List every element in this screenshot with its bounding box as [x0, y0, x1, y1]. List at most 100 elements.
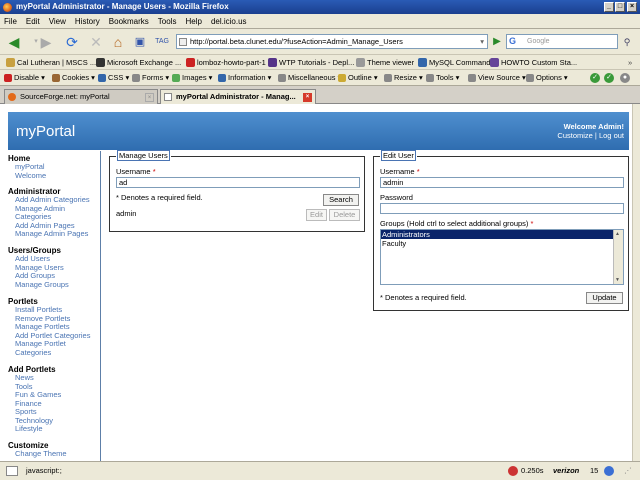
stop-icon[interactable]: ✕	[86, 33, 106, 51]
close-window-button[interactable]: ×	[627, 2, 637, 12]
required-note: * Denotes a required field.	[380, 293, 467, 302]
dev-cookies-menu[interactable]: Cookies ▾	[52, 70, 95, 85]
menu-delicious[interactable]: del.icio.us	[211, 17, 247, 26]
sidebar-link-manage-admin-pages[interactable]: Manage Admin Pages	[15, 229, 88, 239]
dev-outline-menu[interactable]: Outline ▾	[338, 70, 378, 85]
password-input[interactable]	[380, 203, 624, 214]
tab-close-icon[interactable]: ×	[303, 93, 312, 102]
window-title: myPortal Administrator - Manage Users - …	[16, 2, 229, 11]
menu-bookmarks[interactable]: Bookmarks	[109, 17, 149, 26]
edit-username-input[interactable]: admin	[380, 177, 624, 188]
sourceforge-favicon	[8, 93, 16, 101]
home-icon[interactable]: ⌂	[108, 33, 128, 51]
forward-icon[interactable]: ▶	[36, 33, 56, 51]
group-option-faculty[interactable]: Faculty	[381, 239, 623, 248]
bookmark-item[interactable]: Cal Lutheran | MSCS ...	[6, 55, 96, 69]
customize-link[interactable]: Customize	[557, 131, 592, 140]
tab-sourceforge[interactable]: SourceForge.net: myPortal ×	[4, 89, 158, 104]
required-marker: *	[530, 219, 534, 228]
menu-bar: File Edit View History Bookmarks Tools H…	[0, 14, 640, 29]
validation-ok-icon[interactable]: ✓	[590, 73, 600, 83]
web-developer-toolbar: Disable ▾ Cookies ▾ CSS ▾ Forms ▾ Images…	[0, 70, 640, 86]
go-icon[interactable]: ▶	[490, 34, 504, 49]
bookmark-icon	[6, 58, 15, 67]
resize-grip-icon[interactable]: ⋰	[624, 462, 632, 480]
firefox-icon	[3, 3, 12, 12]
bookmark-item[interactable]: WTP Tutorials - Depl...	[268, 55, 354, 69]
dev-miscellaneous-menu[interactable]: Miscellaneous ▾	[278, 70, 341, 85]
group-option-administrators[interactable]: Administrators	[381, 230, 623, 239]
tag-icon[interactable]: TAG	[152, 33, 172, 51]
search-username-input[interactable]: ad	[116, 177, 360, 188]
required-marker: *	[416, 167, 420, 176]
sidebar-link-welcome[interactable]: Welcome	[15, 171, 46, 181]
groups-select[interactable]: Administrators Faculty ▲ ▼	[380, 229, 624, 285]
bookmark-item[interactable]: MySQL Commands	[418, 55, 494, 69]
dev-forms-menu[interactable]: Forms ▾	[132, 70, 169, 85]
sidebar-link-manage-groups[interactable]: Manage Groups	[15, 280, 69, 290]
bookmark-item[interactable]: HOWTO Custom Sta...	[490, 55, 577, 69]
sidebar-link-change-theme[interactable]: Change Theme	[15, 449, 67, 459]
sidebar-link-lifestyle[interactable]: Lifestyle	[15, 424, 43, 434]
url-dropdown-icon[interactable]: ▾	[480, 35, 484, 48]
status-icon[interactable]: ●	[620, 73, 630, 83]
header-links: Customize | Log out	[557, 131, 624, 140]
menu-edit[interactable]: Edit	[26, 17, 40, 26]
minimize-button[interactable]: _	[604, 2, 614, 12]
validation-ok-icon[interactable]: ✓	[604, 73, 614, 83]
google-icon[interactable]: G	[509, 36, 516, 47]
dev-tools-menu[interactable]: Tools ▾	[426, 70, 459, 85]
menu-view[interactable]: View	[49, 17, 66, 26]
edit-user-legend: Edit User	[381, 150, 416, 161]
tab-portal-admin[interactable]: myPortal Administrator - Manag... ×	[160, 89, 316, 104]
dev-images-menu[interactable]: Images ▾	[172, 70, 212, 85]
page-scrollbar[interactable]	[632, 104, 640, 461]
dev-disable-menu[interactable]: Disable ▾	[4, 70, 45, 85]
portal-logo[interactable]: myPortal	[16, 123, 75, 141]
back-icon[interactable]: ◀	[4, 33, 24, 51]
manage-users-legend: Manage Users	[117, 150, 170, 161]
menu-file[interactable]: File	[4, 17, 17, 26]
search-box[interactable]: G Google	[506, 34, 618, 49]
menu-tools[interactable]: Tools	[158, 17, 177, 26]
page-viewport: myPortal Welcome Admin! Customize | Log …	[0, 104, 632, 461]
firebug-icon[interactable]	[508, 466, 518, 476]
resize-icon	[384, 74, 392, 82]
dev-resize-menu[interactable]: Resize ▾	[384, 70, 423, 85]
search-button[interactable]: Search	[323, 194, 359, 206]
url-bar[interactable]: http://portal.beta.clunet.edu/?fuseActio…	[176, 34, 488, 49]
carrier-count: 15	[590, 466, 599, 475]
username-label: Username	[116, 167, 151, 176]
groups-scrollbar[interactable]: ▲ ▼	[613, 230, 623, 284]
edit-button[interactable]: Edit	[306, 209, 327, 221]
bookmark-this-icon[interactable]: ▣	[130, 33, 150, 51]
logout-link[interactable]: Log out	[599, 131, 624, 140]
maximize-button[interactable]: □	[615, 2, 625, 12]
network-icon[interactable]	[604, 466, 614, 476]
bookmark-icon	[268, 58, 277, 67]
bookmarks-overflow-icon[interactable]: »	[628, 55, 632, 69]
dev-information-menu[interactable]: Information ▾	[218, 70, 271, 85]
update-button[interactable]: Update	[586, 292, 623, 304]
welcome-message: Welcome Admin!	[563, 122, 624, 131]
miscellaneous-icon	[278, 74, 286, 82]
menu-history[interactable]: History	[75, 17, 100, 26]
reload-icon[interactable]: ⟳	[62, 33, 82, 51]
sidebar-link-manage-portlet-categories[interactable]: Categories	[15, 348, 51, 358]
delete-button[interactable]: Delete	[329, 209, 360, 221]
search-placeholder: Google	[527, 38, 550, 45]
bookmark-item[interactable]: Theme viewer	[356, 55, 414, 69]
dev-css-menu[interactable]: CSS ▾	[98, 70, 129, 85]
scroll-up-icon[interactable]: ▲	[615, 231, 620, 237]
bookmark-item[interactable]: lomboz-howto-part-1	[186, 55, 266, 69]
dev-options-menu[interactable]: Options ▾	[526, 70, 568, 85]
tab-close-icon[interactable]: ×	[145, 93, 154, 102]
scroll-down-icon[interactable]: ▼	[615, 277, 620, 283]
search-icon[interactable]: ⚲	[620, 35, 634, 49]
bookmark-item[interactable]: Microsoft Exchange ...	[96, 55, 181, 69]
disable-icon	[4, 74, 12, 82]
images-icon	[172, 74, 180, 82]
menu-help[interactable]: Help	[185, 17, 201, 26]
page-favicon	[164, 93, 172, 101]
dev-view-source-menu[interactable]: View Source ▾	[468, 70, 526, 85]
